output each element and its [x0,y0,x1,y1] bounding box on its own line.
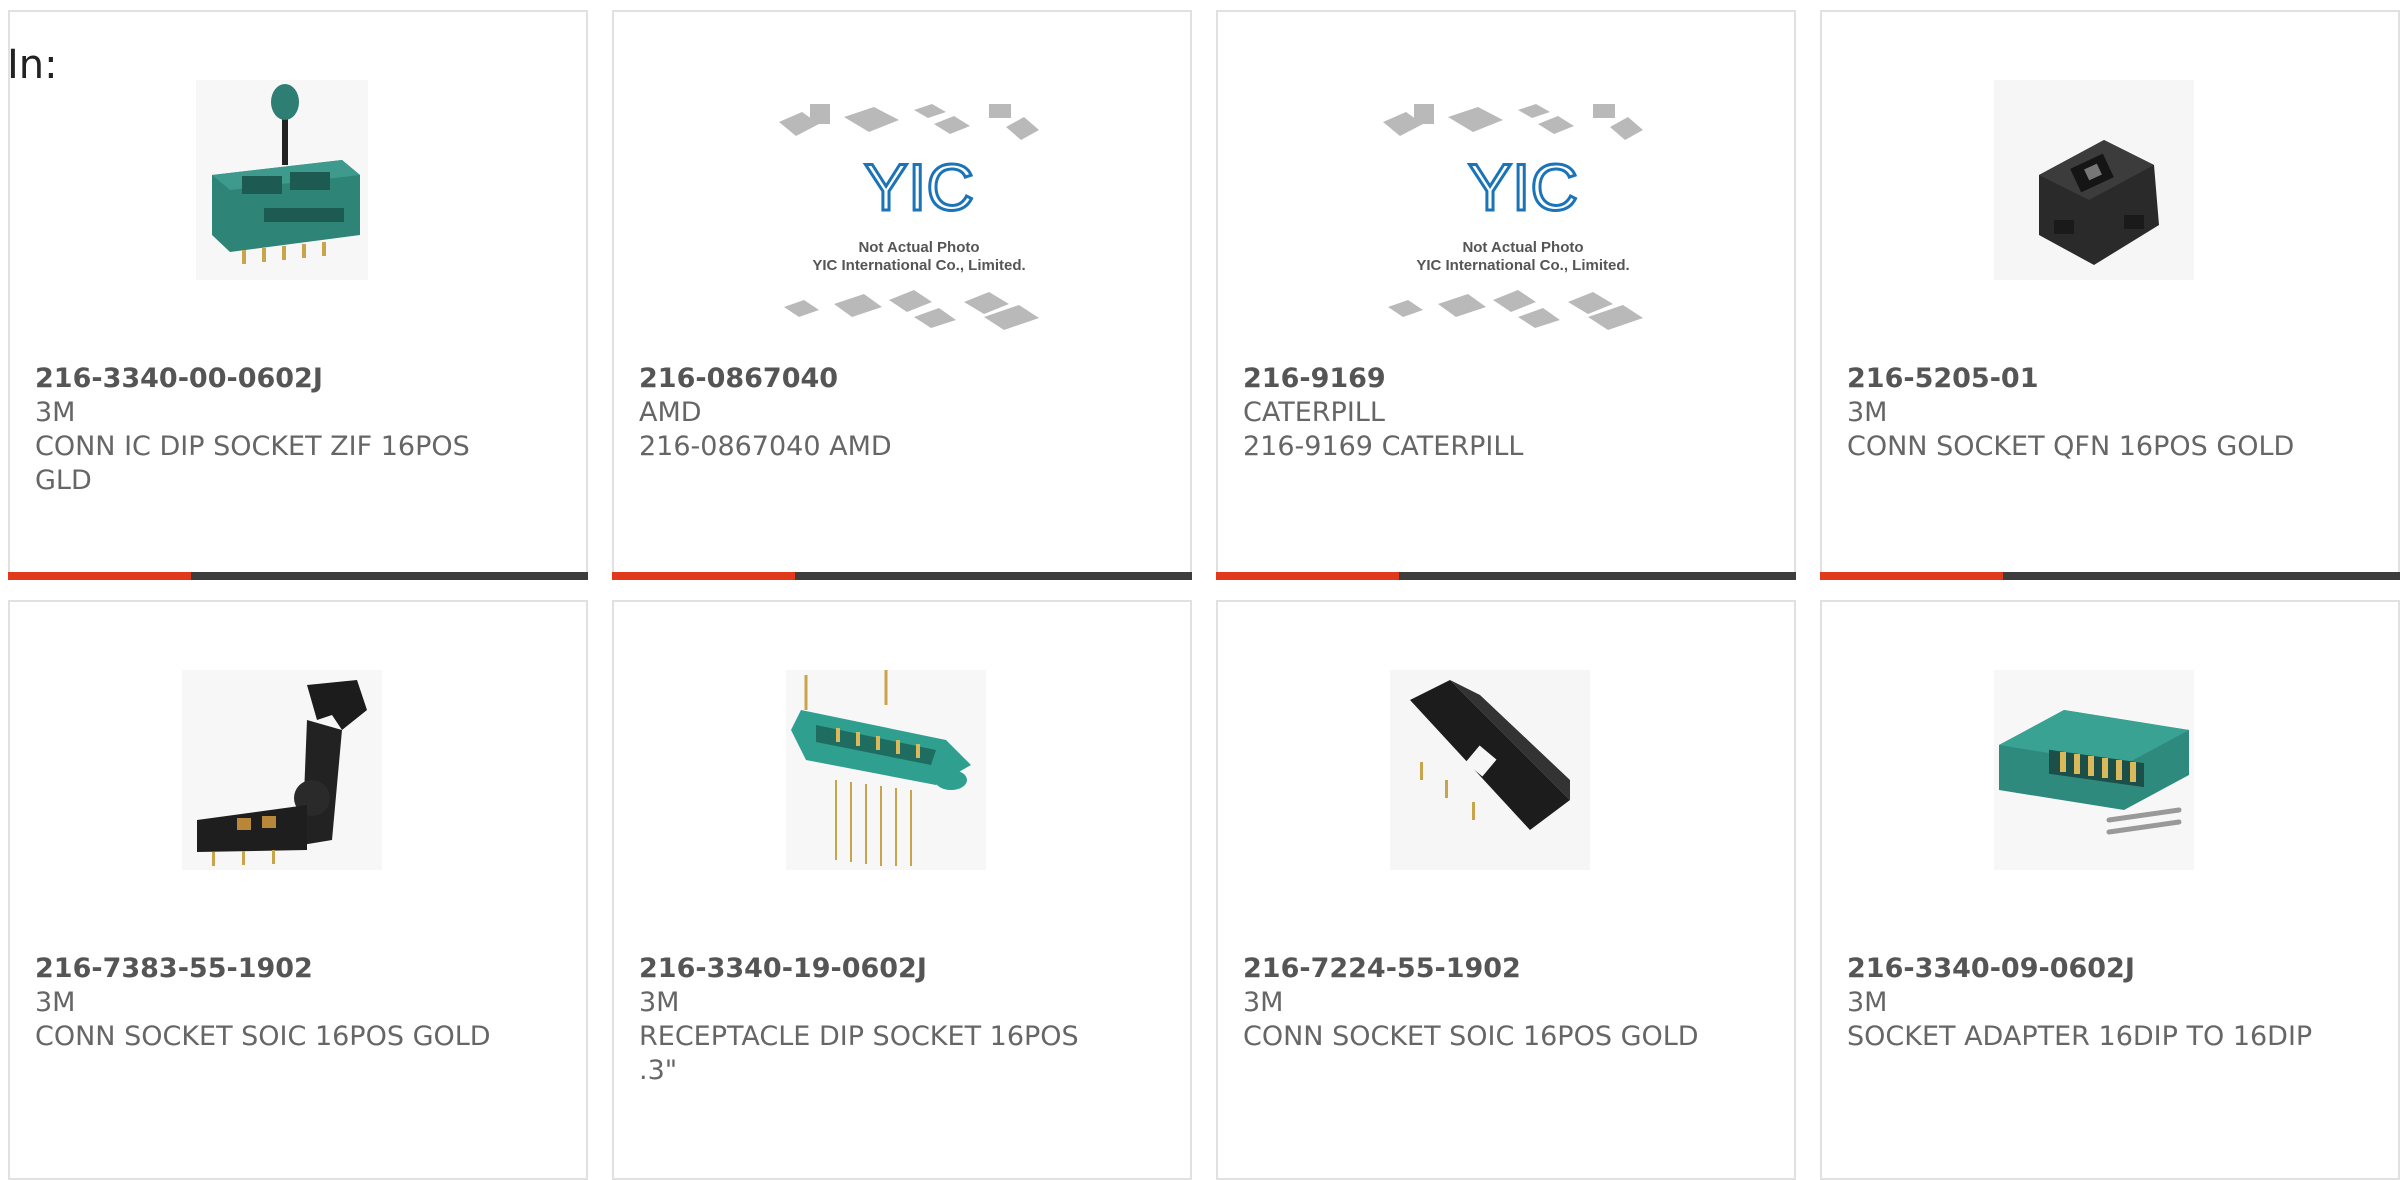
description: CONN SOCKET SOIC 16POS GOLD [1243,1021,1699,1052]
placeholder-logo: YIC [864,150,974,224]
description: 216-0867040 AMD [639,431,892,462]
manufacturer: 3M [1847,397,1888,428]
card-bar-accent [1820,572,2003,580]
manufacturer: 3M [35,987,76,1018]
description: SOCKET ADAPTER 16DIP TO 16DIP [1847,1021,2313,1052]
part-number[interactable]: 216-3340-09-0602J [1847,952,2317,986]
product-card[interactable]: 216-7383-55-1902 3M CONN SOCKET SOIC 16P… [8,600,588,1180]
product-image[interactable] [1994,670,2194,870]
placeholder-caption: Not Actual Photo [858,239,979,256]
card-bar-accent [612,572,795,580]
product-card[interactable]: 216-7224-55-1902 3M CONN SOCKET SOIC 16P… [1216,600,1796,1180]
product-card[interactable]: YIC Not Actual Photo YIC International C… [612,10,1192,580]
placeholder-company: YIC International Co., Limited. [812,257,1025,274]
product-image[interactable] [786,670,986,870]
card-bar-accent [8,572,191,580]
card-bar-accent [1216,572,1399,580]
manufacturer: AMD [639,397,702,428]
description: 216-9169 CATERPILL [1243,431,1524,462]
product-image[interactable] [1390,670,1590,870]
product-image[interactable] [182,670,382,870]
part-number[interactable]: 216-5205-01 [1847,362,2317,396]
product-card[interactable]: 216-3340-09-0602J 3M SOCKET ADAPTER 16DI… [1820,600,2400,1180]
card-bar [612,572,1192,580]
description: CONN IC DIP SOCKET ZIF 16POS GLD [35,431,470,496]
product-image[interactable]: YIC Not Actual Photo YIC International C… [1378,102,1668,352]
product-card[interactable]: 216-3340-00-0602J 3M CONN IC DIP SOCKET … [8,10,588,580]
manufacturer: 3M [1243,987,1284,1018]
product-image[interactable] [182,80,382,280]
card-bar [8,572,588,580]
description: CONN SOCKET QFN 16POS GOLD [1847,431,2295,462]
manufacturer: 3M [35,397,76,428]
placeholder-logo: YIC [1468,150,1578,224]
manufacturer: CATERPILL [1243,397,1385,428]
placeholder-company: YIC International Co., Limited. [1416,257,1629,274]
card-bar [1820,572,2400,580]
product-card[interactable]: YIC Not Actual Photo YIC International C… [1216,10,1796,580]
part-number[interactable]: 216-0867040 [639,362,1109,396]
description: RECEPTACLE DIP SOCKET 16POS .3" [639,1021,1079,1086]
description: CONN SOCKET SOIC 16POS GOLD [35,1021,491,1052]
part-number[interactable]: 216-3340-00-0602J [35,362,505,396]
filter-label: In: [7,42,58,88]
product-image[interactable]: YIC Not Actual Photo YIC International C… [774,102,1064,352]
product-image[interactable] [1994,80,2194,280]
part-number[interactable]: 216-7224-55-1902 [1243,952,1713,986]
manufacturer: 3M [639,987,680,1018]
part-number[interactable]: 216-9169 [1243,362,1713,396]
product-card[interactable]: 216-5205-01 3M CONN SOCKET QFN 16POS GOL… [1820,10,2400,580]
product-card[interactable]: 216-3340-19-0602J 3M RECEPTACLE DIP SOCK… [612,600,1192,1180]
placeholder-caption: Not Actual Photo [1462,239,1583,256]
part-number[interactable]: 216-7383-55-1902 [35,952,505,986]
manufacturer: 3M [1847,987,1888,1018]
part-number[interactable]: 216-3340-19-0602J [639,952,1109,986]
card-bar [1216,572,1796,580]
